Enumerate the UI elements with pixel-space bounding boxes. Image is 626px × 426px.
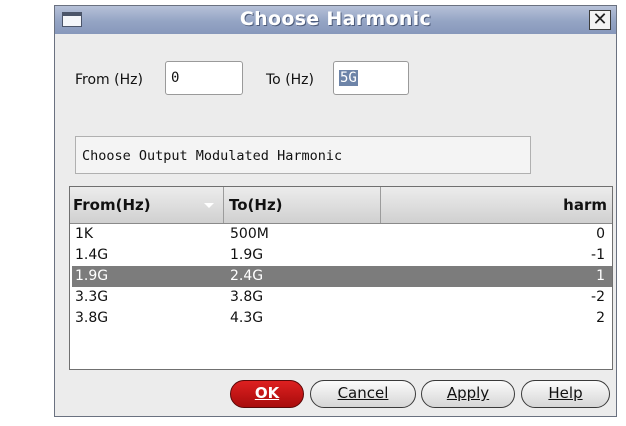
- column-header-from-label: From(Hz): [73, 196, 151, 214]
- column-header-to[interactable]: To(Hz): [225, 187, 381, 223]
- column-header-to-label: To(Hz): [229, 196, 283, 214]
- cell-harm: -2: [591, 289, 605, 305]
- cell-to: 2.4G: [230, 268, 264, 284]
- dialog-title: Choose Harmonic: [239, 8, 432, 30]
- ok-button-label: OK: [254, 384, 280, 402]
- cell-to: 500M: [230, 226, 269, 242]
- cancel-button[interactable]: Cancel: [310, 380, 416, 408]
- table-header: From(Hz) To(Hz) harm: [70, 187, 612, 224]
- from-label: From (Hz): [75, 72, 143, 88]
- cell-from: 1.9G: [75, 268, 109, 284]
- table-body: 1K 500M 0 1.4G 1.9G -1 1.9G 2.4G 1 3.3G …: [72, 224, 612, 329]
- close-icon[interactable]: ✕: [589, 10, 611, 30]
- cell-harm: 1: [596, 268, 605, 284]
- cell-to: 1.9G: [230, 247, 264, 263]
- cell-to: 4.3G: [230, 310, 264, 326]
- output-harmonic-panel: Choose Output Modulated Harmonic: [75, 136, 531, 174]
- to-label: To (Hz): [266, 72, 314, 88]
- cell-harm: 0: [596, 226, 605, 242]
- title-bar[interactable]: Choose Harmonic ✕: [55, 6, 616, 34]
- sort-down-icon: [204, 203, 214, 208]
- panel-label: Choose Output Modulated Harmonic: [82, 148, 343, 164]
- table-row[interactable]: 3.8G 4.3G 2: [72, 308, 612, 329]
- choose-harmonic-dialog: Choose Harmonic ✕ From (Hz) 0 To (Hz) 5G…: [54, 5, 617, 417]
- column-header-from[interactable]: From(Hz): [70, 187, 224, 223]
- cell-harm: 2: [596, 310, 605, 326]
- table-row-selected[interactable]: 1.9G 2.4G 1: [72, 266, 612, 287]
- from-hz-value: 0: [171, 70, 180, 86]
- from-hz-input[interactable]: 0: [165, 61, 243, 95]
- cell-from: 3.3G: [75, 289, 109, 305]
- help-button[interactable]: Help: [521, 380, 610, 408]
- apply-button-label: Apply: [446, 384, 490, 402]
- to-hz-input[interactable]: 5G: [333, 61, 409, 95]
- to-hz-value: 5G: [339, 70, 358, 86]
- table-row[interactable]: 1.4G 1.9G -1: [72, 245, 612, 266]
- cell-from: 3.8G: [75, 310, 109, 326]
- table-row[interactable]: 1K 500M 0: [72, 224, 612, 245]
- cell-from: 1K: [75, 226, 94, 242]
- apply-button[interactable]: Apply: [421, 380, 515, 408]
- table-row[interactable]: 3.3G 3.8G -2: [72, 287, 612, 308]
- help-button-label: Help: [548, 384, 583, 402]
- column-header-harm-label: harm: [563, 196, 607, 214]
- cell-harm: -1: [591, 247, 605, 263]
- ok-button[interactable]: OK: [230, 380, 304, 408]
- column-header-harm[interactable]: harm: [382, 187, 612, 223]
- cell-from: 1.4G: [75, 247, 109, 263]
- harmonic-table: From(Hz) To(Hz) harm 1K 500M 0 1.4G 1.9G…: [69, 186, 613, 370]
- cell-to: 3.8G: [230, 289, 264, 305]
- cancel-button-label: Cancel: [337, 384, 389, 402]
